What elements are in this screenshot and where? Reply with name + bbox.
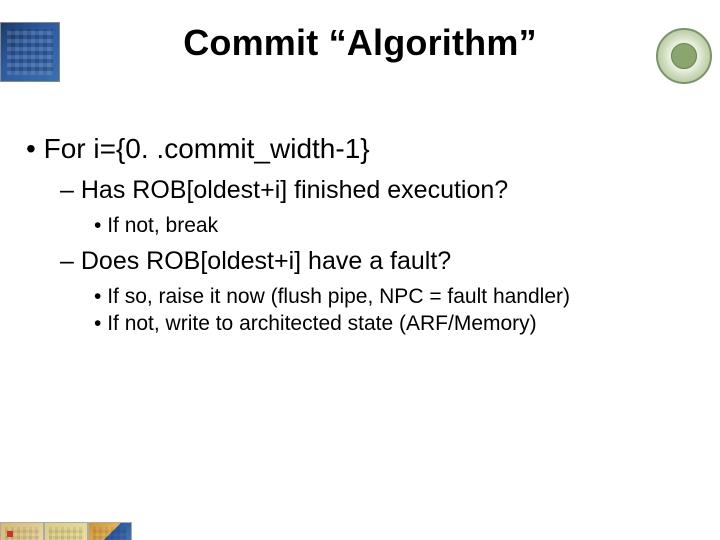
slide-body: For i={0. .commit_width-1} Has ROB[oldes… [26, 130, 694, 345]
decorative-chip-footer-1 [0, 522, 44, 540]
bullet-level3: If so, raise it now (flush pipe, NPC = f… [94, 283, 694, 310]
bullet-level3: If not, break [94, 212, 694, 239]
bullet-text: Does ROB[oldest+i] have a fault? [81, 247, 451, 275]
bullet-level2: Does ROB[oldest+i] have a fault? If so, … [60, 245, 694, 337]
bullet-text: For i={0. .commit_width-1} [44, 133, 370, 164]
bullet-text: If not, write to architected state (ARF/… [107, 312, 536, 335]
decorative-chip-footer-2 [44, 522, 88, 540]
bullet-text: If so, raise it now (flush pipe, NPC = f… [107, 285, 570, 308]
bullet-text: Has ROB[oldest+i] finished execution? [81, 176, 508, 204]
seal-center-icon [671, 43, 697, 69]
bullet-level3: If not, write to architected state (ARF/… [94, 310, 694, 337]
bullet-level2: Has ROB[oldest+i] finished execution? If… [60, 174, 694, 239]
footer-strip [0, 522, 132, 540]
decorative-chip-footer-3 [88, 522, 132, 540]
slide-title: Commit “Algorithm” [0, 22, 720, 64]
institution-seal-icon [656, 28, 712, 84]
bullet-level1: For i={0. .commit_width-1} Has ROB[oldes… [26, 130, 694, 337]
decorative-chip-top-left [0, 22, 60, 82]
bullet-text: If not, break [107, 214, 218, 237]
